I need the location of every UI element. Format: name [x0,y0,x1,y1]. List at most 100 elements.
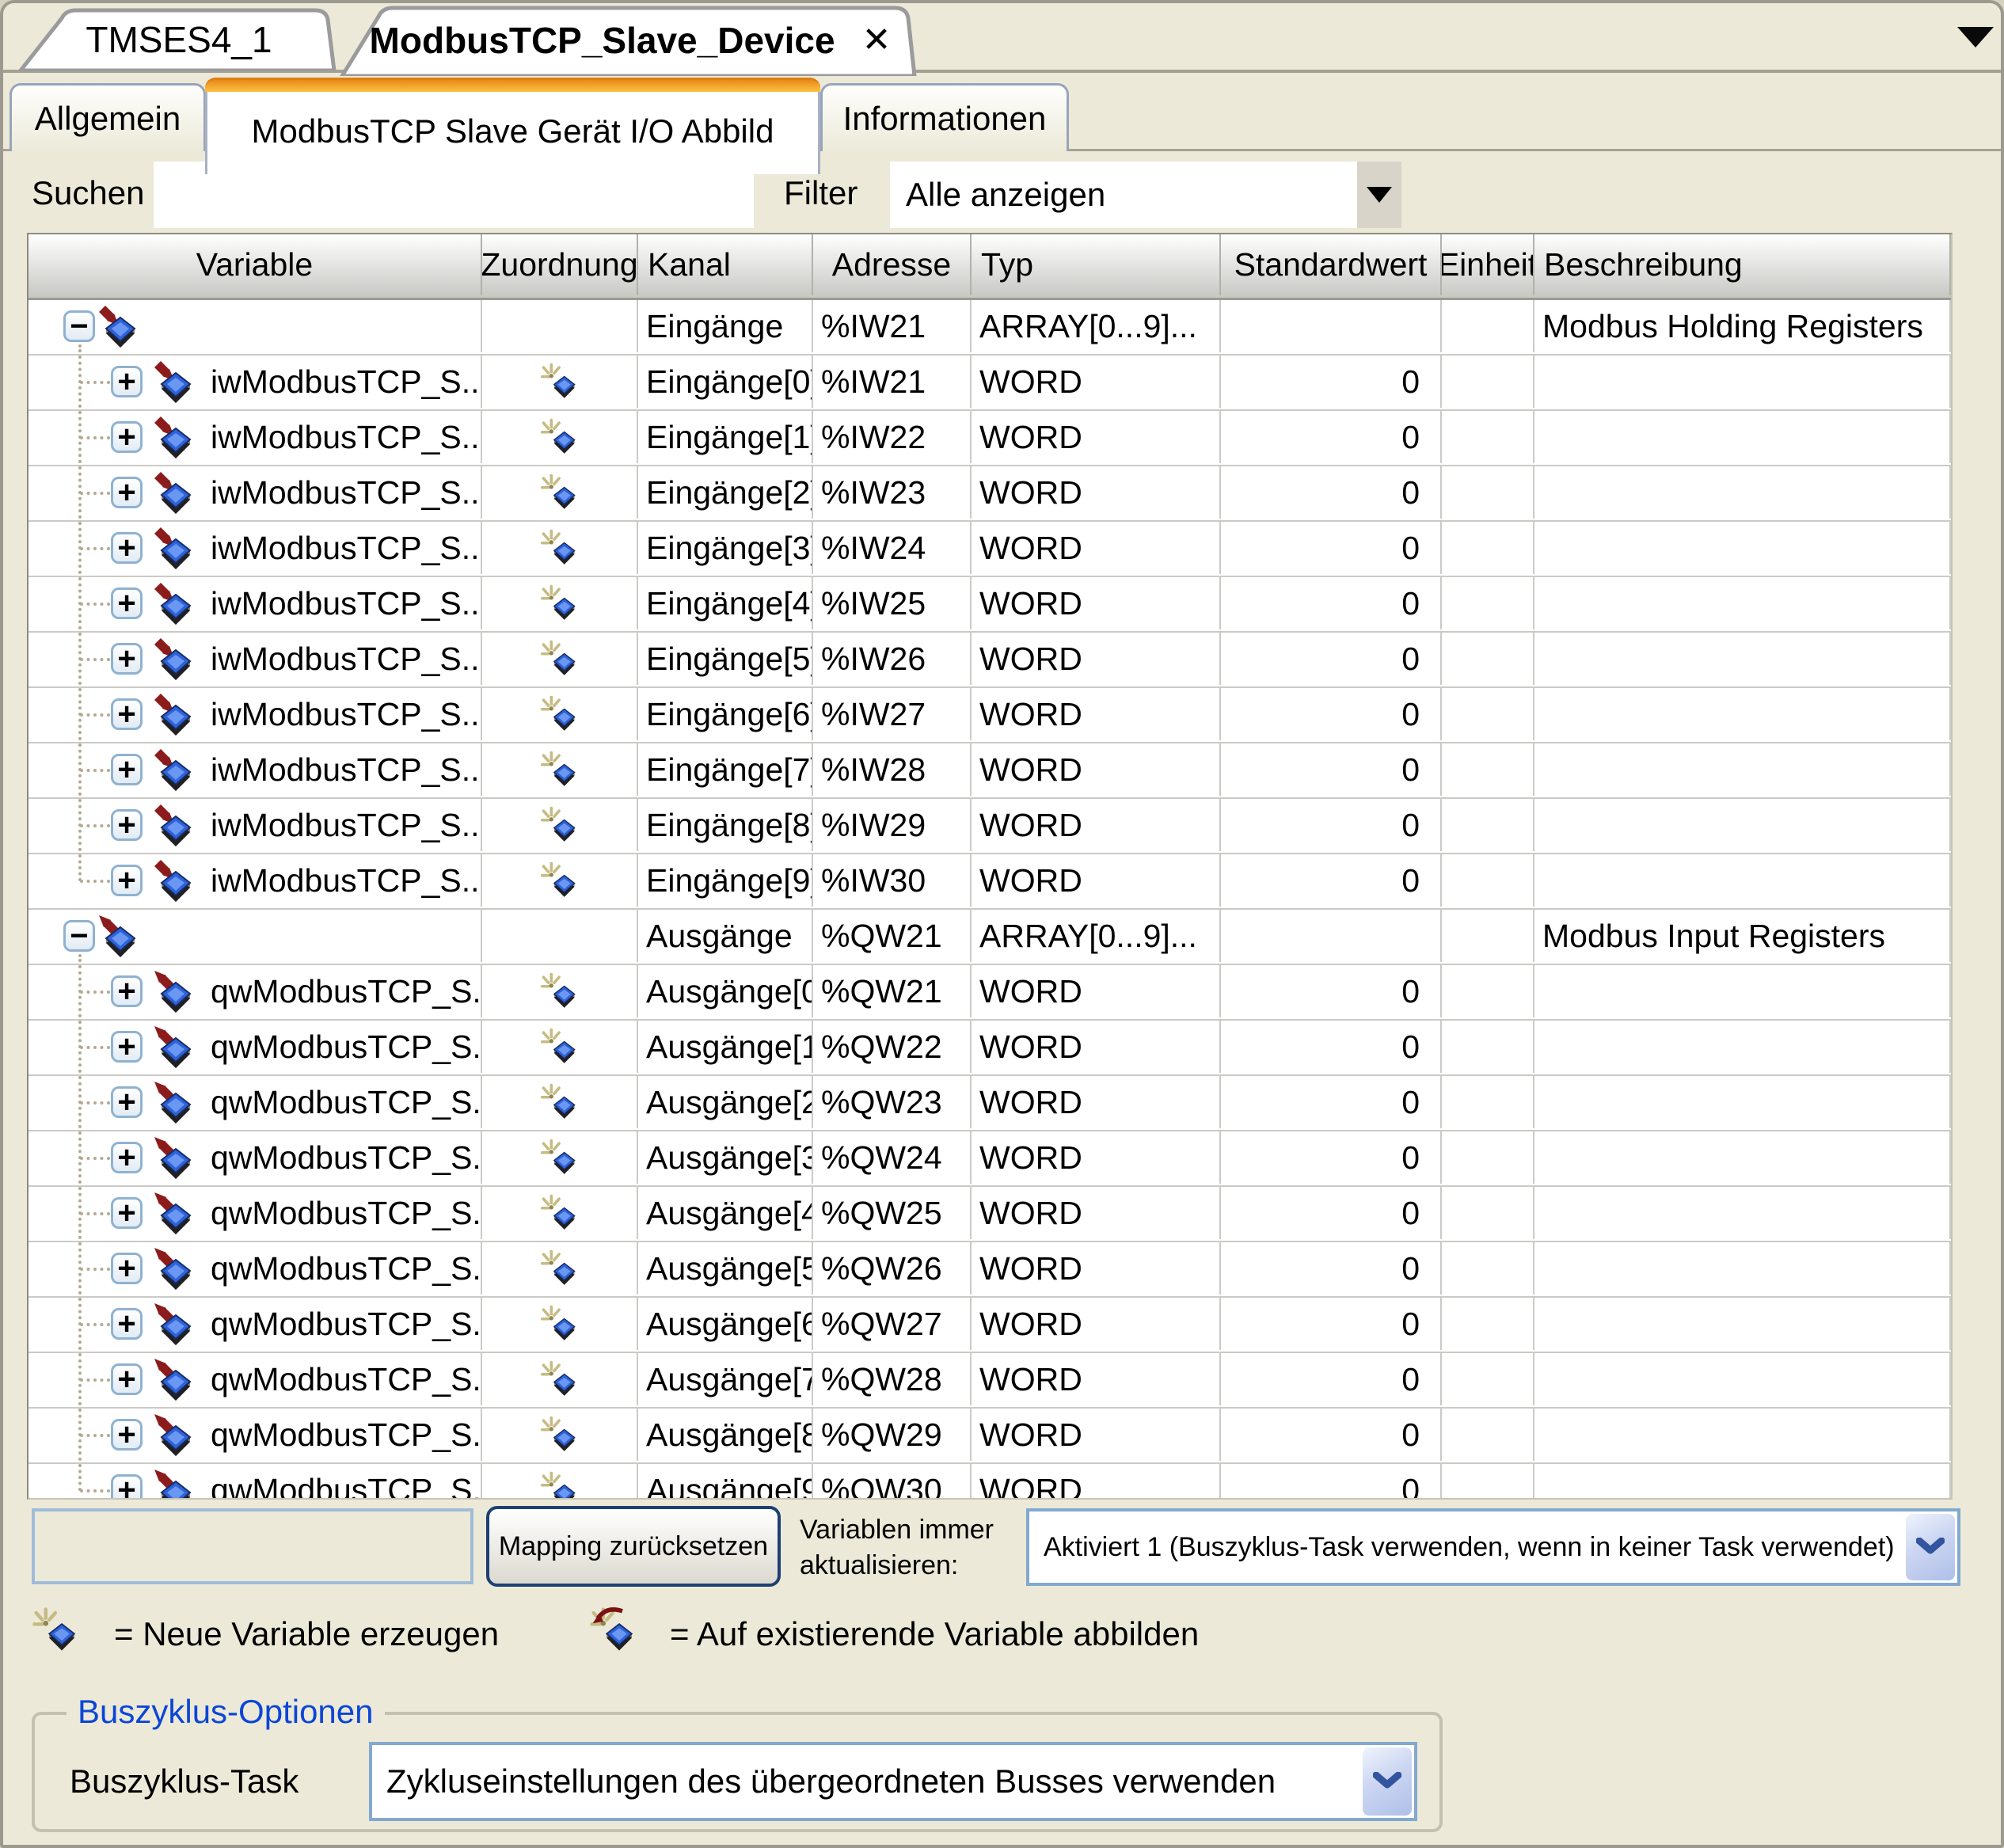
chevron-down-icon[interactable] [1363,1747,1412,1816]
expand-icon[interactable]: + [111,1253,143,1284]
table-row[interactable]: +qwModbusTCP_S...Ausgänge[6]%QW27WORD0 [29,1298,1951,1353]
group-row[interactable]: −Ausgänge%QW21ARRAY[0...9]...Modbus Inpu… [29,910,1951,965]
tab-informationen[interactable]: Informationen [820,83,1069,151]
expand-icon[interactable]: + [111,643,143,675]
expand-icon[interactable]: + [111,975,143,1007]
mapping-cell [482,1353,638,1405]
expand-icon[interactable]: + [111,809,143,841]
expand-icon[interactable]: + [111,587,143,619]
expand-icon[interactable]: + [111,1086,143,1118]
tab-list-dropdown-icon[interactable] [1957,27,1994,48]
dropdown-arrow-icon[interactable] [1357,162,1401,228]
table-row[interactable]: +iwModbusTCP_S...Eingänge[0]%IW21WORD0 [29,356,1951,411]
column-header-zuordnung[interactable]: Zuordnung [482,234,638,295]
bus-cycle-task-dropdown[interactable]: Zykluseinstellungen des übergeordneten B… [369,1742,1417,1821]
column-header-standardwert[interactable]: Standardwert [1221,234,1442,295]
table-row[interactable]: +qwModbusTCP_S...Ausgänge[8]%QW29WORD0 [29,1409,1951,1464]
einheit-cell [1442,466,1534,519]
input-variable-icon [154,693,198,739]
expand-icon[interactable]: + [111,366,143,397]
table-row[interactable]: +iwModbusTCP_S...Eingänge[5]%IW26WORD0 [29,633,1951,688]
expand-icon[interactable]: + [111,1197,143,1229]
adresse-cell: %IW27 [813,688,972,740]
new-variable-mapping-icon [540,1081,580,1124]
new-variable-mapping-icon [540,1136,580,1179]
tree-line [78,1464,82,1491]
adresse-cell: %QW22 [813,1021,972,1073]
table-row[interactable]: +qwModbusTCP_S...Ausgänge[7]%QW28WORD0 [29,1353,1951,1409]
doc-tab-tmses4-1[interactable]: TMSES4_1 [16,8,342,71]
output-variable-icon [154,1413,198,1459]
tree-line [80,1378,110,1382]
always-update-dropdown[interactable]: Aktiviert 1 (Buszyklus-Task verwenden, w… [1026,1508,1960,1586]
expand-icon[interactable]: + [111,1142,143,1173]
table-row[interactable]: +iwModbusTCP_S...Eingänge[8]%IW29WORD0 [29,799,1951,854]
collapse-icon[interactable]: − [63,310,95,342]
expand-icon[interactable]: + [111,754,143,785]
einheit-cell [1442,356,1534,408]
input-variable-icon [154,748,198,794]
expand-icon[interactable]: + [111,1031,143,1063]
column-header-typ[interactable]: Typ [972,234,1221,295]
column-header-variable[interactable]: Variable [29,234,482,295]
typ-cell: WORD [972,1242,1221,1295]
table-row[interactable]: +iwModbusTCP_S...Eingänge[6]%IW27WORD0 [29,688,1951,743]
close-icon[interactable]: ✕ [862,23,892,58]
table-row[interactable]: +iwModbusTCP_S...Eingänge[4]%IW25WORD0 [29,577,1951,633]
expand-icon[interactable]: + [111,532,143,564]
input-variable-icon [154,582,198,628]
einheit-cell [1442,1242,1534,1295]
table-row[interactable]: +qwModbusTCP_S...Ausgänge[1]%QW22WORD0 [29,1021,1951,1076]
table-row[interactable]: +qwModbusTCP_S...Ausgänge[3]%QW24WORD0 [29,1131,1951,1187]
column-header-beschreibung[interactable]: Beschreibung [1534,234,1951,295]
doc-tab-modbustcp-slave-device[interactable]: ModbusTCP_Slave_Device ✕ [336,5,925,76]
variable-cell: +iwModbusTCP_S... [29,743,482,796]
expand-icon[interactable]: + [111,865,143,896]
tab-allgemein[interactable]: Allgemein [10,83,206,151]
new-variable-mapping-icon [540,970,580,1013]
table-row[interactable]: +qwModbusTCP_S...Ausgänge[0]%QW21WORD0 [29,965,1951,1021]
column-header-adresse[interactable]: Adresse [813,234,972,295]
expand-icon[interactable]: + [111,1474,143,1500]
adresse-cell: %IW28 [813,743,972,796]
new-variable-legend: = Neue Variable erzeugen [114,1615,499,1653]
typ-cell: WORD [972,522,1221,574]
variable-name: iwModbusTCP_S... [211,356,482,408]
table-row[interactable]: +qwModbusTCP_S...Ausgänge[4]%QW25WORD0 [29,1187,1951,1242]
standardwert-cell: 0 [1221,411,1442,463]
mapping-cell [482,1021,638,1073]
typ-cell: WORD [972,1353,1221,1405]
table-row[interactable]: +qwModbusTCP_S...Ausgänge[2]%QW23WORD0 [29,1076,1951,1131]
input-variable-icon [154,471,198,517]
group-row[interactable]: −Eingänge%IW21ARRAY[0...9]...Modbus Hold… [29,300,1951,356]
expand-icon[interactable]: + [111,477,143,508]
tab-io-abbild-active[interactable]: ModbusTCP Slave Gerät I/O Abbild [205,78,820,174]
search-label: Suchen [32,174,144,212]
expand-icon[interactable]: + [111,1363,143,1395]
einheit-cell [1442,411,1534,463]
table-row[interactable]: +iwModbusTCP_S...Eingänge[1]%IW22WORD0 [29,411,1951,466]
mapping-cell [482,1131,638,1184]
expand-icon[interactable]: + [111,698,143,730]
column-header-einheit[interactable]: Einheit [1442,234,1534,295]
table-row[interactable]: +iwModbusTCP_S...Eingänge[9]%IW30WORD0 [29,854,1951,910]
variable-cell: +qwModbusTCP_S... [29,1021,482,1073]
table-row[interactable]: +qwModbusTCP_S...Ausgänge[5]%QW26WORD0 [29,1242,1951,1298]
variable-name: qwModbusTCP_S... [211,965,482,1017]
variable-cell: − [29,910,482,962]
mapping-cell [482,1076,638,1128]
expand-icon[interactable]: + [111,1419,143,1451]
typ-cell: WORD [972,1021,1221,1073]
table-row[interactable]: +qwModbusTCP_S...Ausgänge[9]%QW30WORD0 [29,1464,1951,1500]
filter-dropdown[interactable]: Alle anzeigen [890,162,1401,228]
table-row[interactable]: +iwModbusTCP_S...Eingänge[7]%IW28WORD0 [29,743,1951,799]
collapse-icon[interactable]: − [63,920,95,952]
table-row[interactable]: +iwModbusTCP_S...Eingänge[2]%IW23WORD0 [29,466,1951,522]
chevron-down-icon[interactable] [1906,1514,1955,1580]
column-header-kanal[interactable]: Kanal [638,234,813,295]
reset-mapping-button[interactable]: Mapping zurücksetzen [486,1506,781,1587]
table-row[interactable]: +iwModbusTCP_S...Eingänge[3]%IW24WORD0 [29,522,1951,577]
expand-icon[interactable]: + [111,1308,143,1340]
beschreibung-cell [1534,1021,1951,1073]
expand-icon[interactable]: + [111,421,143,453]
